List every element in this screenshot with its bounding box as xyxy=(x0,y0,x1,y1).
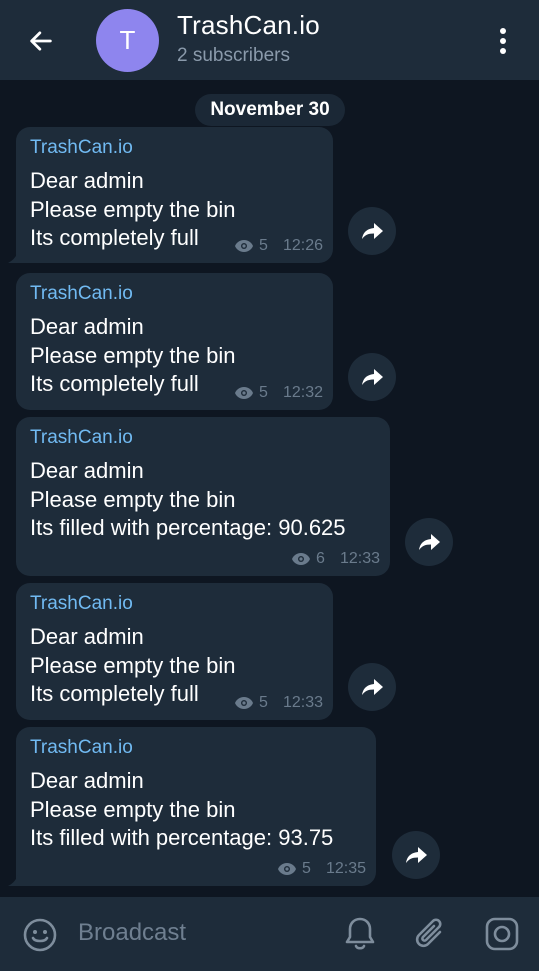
message-meta: 5 12:32 xyxy=(234,384,323,402)
message-input[interactable]: Broadcast xyxy=(78,919,186,947)
share-icon xyxy=(362,223,383,239)
share-button[interactable] xyxy=(405,518,453,566)
message-bubble[interactable]: TrashCan.io Dear admin Please empty the … xyxy=(8,127,333,263)
share-icon xyxy=(362,679,383,695)
share-button[interactable] xyxy=(348,663,396,711)
message-line: Please empty the bin xyxy=(30,342,236,368)
share-icon xyxy=(419,534,440,550)
bell-icon xyxy=(345,917,375,950)
channel-title[interactable]: TrashCan.io xyxy=(177,10,320,41)
eye-icon xyxy=(235,240,254,252)
share-button[interactable] xyxy=(392,831,440,879)
share-icon xyxy=(406,847,427,863)
message-line: Dear admin xyxy=(30,168,144,193)
message-text: Dear admin Please empty the bin Its fill… xyxy=(30,767,362,853)
composer-bar: Broadcast xyxy=(0,897,539,971)
message-meta: 5 12:26 xyxy=(234,237,323,255)
back-arrow-icon xyxy=(30,31,52,51)
sender-name[interactable]: TrashCan.io xyxy=(30,137,319,159)
message-line: Its filled with percentage: 93.75 xyxy=(30,825,334,850)
message-meta: 6 12:33 xyxy=(291,550,380,568)
message-line: Its filled with percentage: 90.625 xyxy=(30,515,346,540)
message-line: Please empty the bin xyxy=(30,196,236,222)
message-line: Dear admin xyxy=(30,458,144,483)
paperclip-icon xyxy=(415,918,442,948)
message-line: Dear admin xyxy=(30,624,144,649)
notification-toggle-button[interactable] xyxy=(342,914,378,954)
sender-name[interactable]: TrashCan.io xyxy=(30,593,319,615)
view-count: 6 xyxy=(316,550,325,567)
bubble-tail xyxy=(8,251,18,263)
back-button[interactable] xyxy=(22,22,60,60)
message-line: Dear admin xyxy=(30,768,144,793)
attach-button[interactable] xyxy=(412,914,450,954)
view-count: 5 xyxy=(259,694,268,711)
message-time: 12:33 xyxy=(339,550,380,567)
message-bubble[interactable]: TrashCan.io Dear admin Please empty the … xyxy=(8,727,376,886)
share-icon xyxy=(362,369,383,385)
message-time: 12:32 xyxy=(282,384,323,401)
more-menu-button[interactable] xyxy=(490,22,516,60)
message-time: 12:26 xyxy=(282,237,323,254)
eye-icon xyxy=(235,387,254,399)
telegram-channel-screen: T TrashCan.io 2 subscribers November 30 … xyxy=(0,0,539,971)
more-vertical-icon xyxy=(500,28,506,54)
sender-name[interactable]: TrashCan.io xyxy=(30,283,319,305)
message-line: Dear admin xyxy=(30,314,144,339)
subscriber-count: 2 subscribers xyxy=(177,45,290,66)
message-line: Please empty the bin xyxy=(30,796,236,822)
view-count: 5 xyxy=(259,384,268,401)
eye-icon xyxy=(278,863,297,875)
message-bubble[interactable]: TrashCan.io Dear admin Please empty the … xyxy=(16,417,390,576)
message-bubble[interactable]: TrashCan.io Dear admin Please empty the … xyxy=(16,273,333,410)
emoji-button[interactable] xyxy=(22,917,58,953)
top-bar: T TrashCan.io 2 subscribers xyxy=(0,0,539,80)
sender-name[interactable]: TrashCan.io xyxy=(30,737,362,759)
message-bubble[interactable]: TrashCan.io Dear admin Please empty the … xyxy=(16,583,333,720)
message-meta: 5 12:33 xyxy=(234,694,323,712)
message-time: 12:35 xyxy=(325,860,366,877)
date-separator: November 30 xyxy=(195,94,345,126)
message-time: 12:33 xyxy=(282,694,323,711)
camera-icon xyxy=(485,917,519,951)
camera-button[interactable] xyxy=(482,914,522,954)
view-count: 5 xyxy=(302,860,311,877)
bubble-tail xyxy=(8,874,18,886)
avatar-letter: T xyxy=(119,25,136,55)
message-line: Please empty the bin xyxy=(30,486,236,512)
sender-name[interactable]: TrashCan.io xyxy=(30,427,376,449)
message-text: Dear admin Please empty the bin Its fill… xyxy=(30,457,376,543)
share-button[interactable] xyxy=(348,207,396,255)
eye-icon xyxy=(235,697,254,709)
avatar[interactable]: T xyxy=(96,9,159,72)
eye-icon xyxy=(292,553,311,565)
message-meta: 5 12:35 xyxy=(277,860,366,878)
message-line: Please empty the bin xyxy=(30,652,236,678)
view-count: 5 xyxy=(259,237,268,254)
emoji-icon xyxy=(23,918,57,952)
share-button[interactable] xyxy=(348,353,396,401)
